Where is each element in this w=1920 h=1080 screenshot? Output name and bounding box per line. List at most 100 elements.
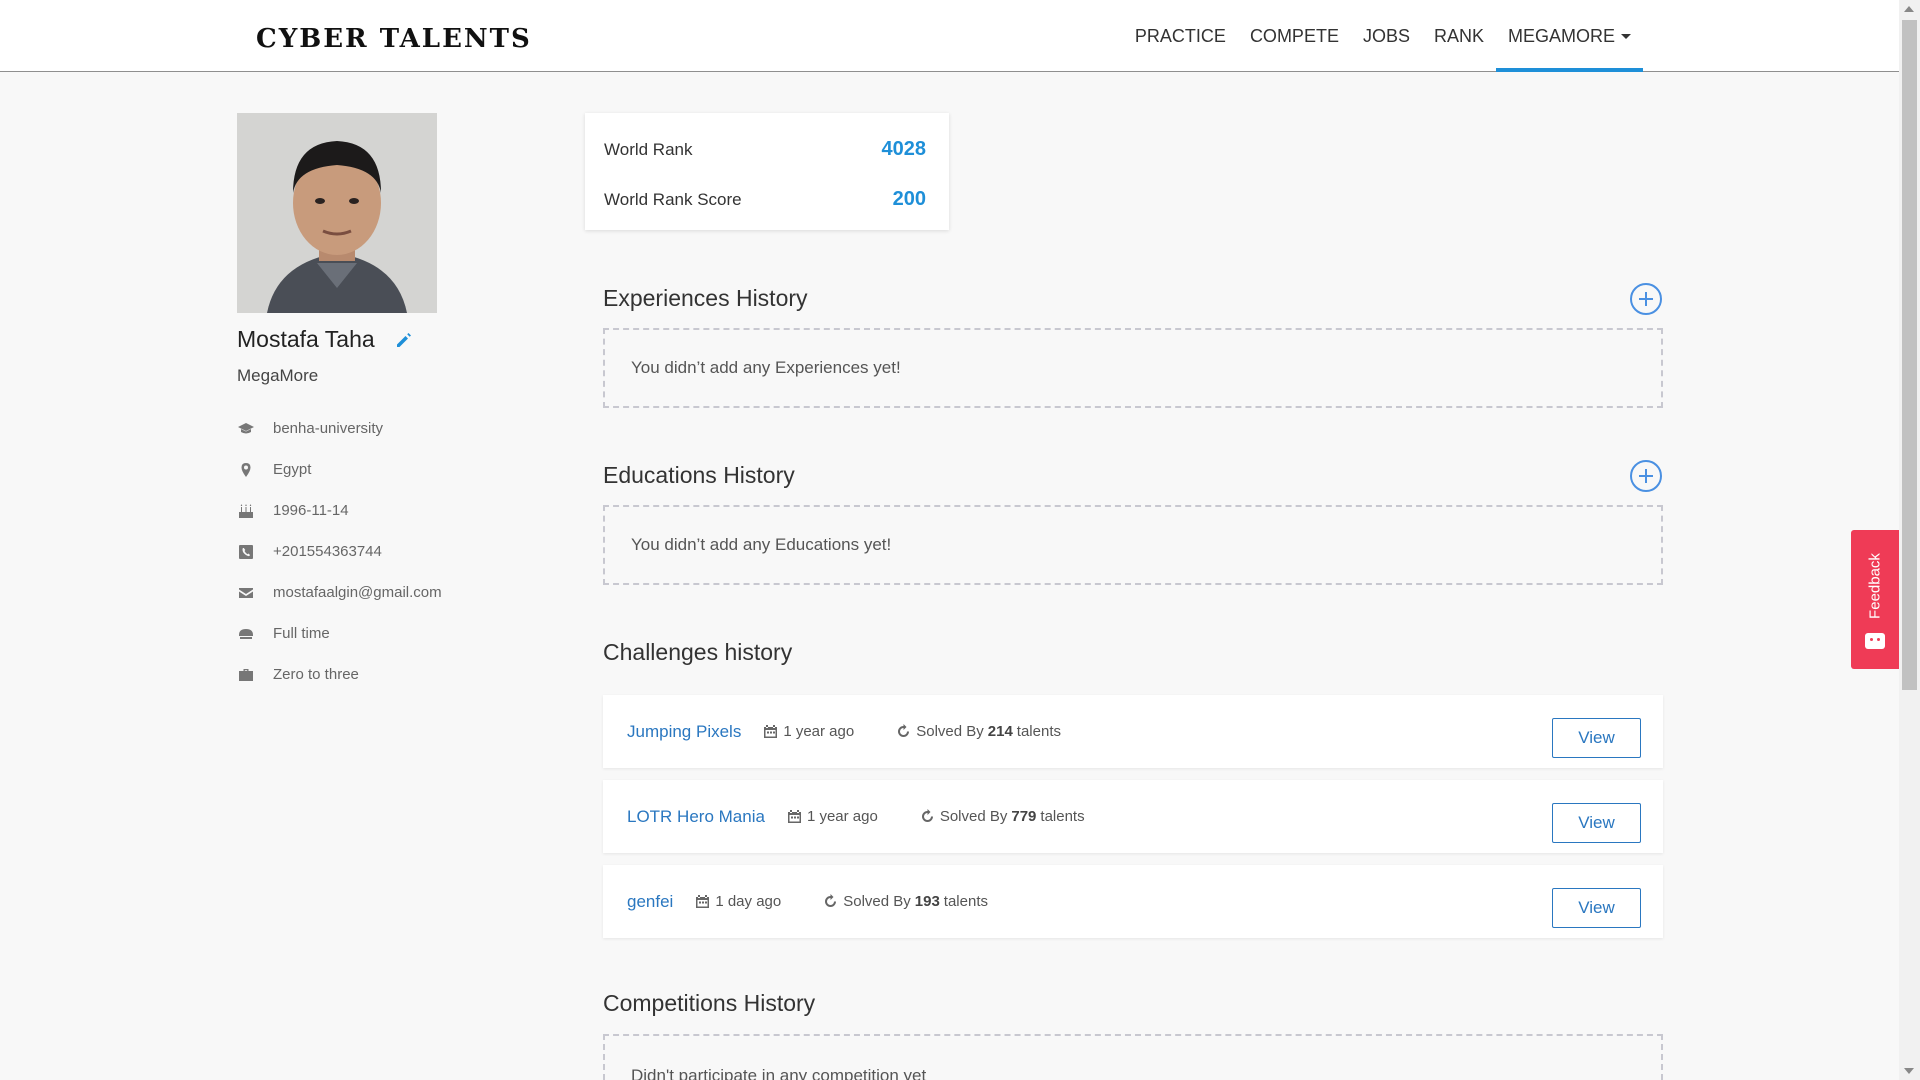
main-nav: PRACTICE COMPETE JOBS RANK MEGAMORE: [1123, 0, 1643, 72]
experiences-empty-text: You didn’t add any Experiences yet!: [631, 358, 901, 377]
refresh-icon: [898, 724, 910, 737]
competitions-title: Competitions History: [603, 990, 816, 1016]
challenge-solved: Solved By 214 talents: [896, 723, 1061, 740]
competitions-empty-box: Didn't participate in any competition ye…: [603, 1034, 1663, 1080]
briefcase-icon: [237, 667, 255, 683]
competitions-empty-text: Didn't participate in any competition ye…: [631, 1066, 927, 1080]
challenge-solved: Solved By 779 talents: [920, 808, 1085, 825]
phone-icon: [237, 544, 255, 560]
educations-empty-text: You didn’t add any Educations yet!: [631, 535, 892, 554]
info-job-type-text: Full time: [273, 625, 330, 642]
world-rank-label: World Rank: [604, 139, 693, 159]
page-scrollbar[interactable]: [1899, 0, 1920, 1080]
info-job-type: Full time: [237, 613, 442, 654]
world-rank-score-label: World Rank Score: [604, 189, 742, 209]
info-birthdate: 1996-11-14: [237, 490, 442, 531]
info-university: benha-university: [237, 408, 442, 449]
add-education-button[interactable]: [1630, 460, 1662, 492]
nav-practice[interactable]: PRACTICE: [1123, 0, 1238, 72]
calendar-icon: [787, 810, 801, 823]
view-challenge-button[interactable]: View: [1552, 718, 1641, 758]
calendar-icon: [764, 725, 778, 738]
world-rank-score-row: World Rank Score 200: [604, 188, 926, 211]
nav-rank[interactable]: RANK: [1422, 0, 1496, 72]
challenge-date-text: 1 year ago: [783, 723, 855, 740]
avatar-portrait-icon: [237, 113, 437, 313]
birthday-cake-icon: [237, 503, 255, 519]
info-experience-level-text: Zero to three: [273, 666, 359, 683]
nav-jobs-label: JOBS: [1362, 25, 1410, 46]
scroll-down-arrow-icon[interactable]: [1904, 1068, 1914, 1074]
nav-compete[interactable]: COMPETE: [1238, 0, 1351, 72]
solved-by-label: Solved By: [843, 893, 911, 910]
world-rank-row: World Rank 4028: [604, 138, 926, 161]
challenge-date: 1 year ago: [787, 808, 878, 825]
challenge-solved: Solved By 193 talents: [823, 893, 988, 910]
challenge-name-link[interactable]: Jumping Pixels: [627, 722, 741, 742]
info-email: mostafaalgin@gmail.com: [237, 572, 442, 613]
world-rank-score-value: 200: [892, 188, 926, 210]
challenge-date: 1 year ago: [763, 723, 854, 740]
challenge-card: Jumping Pixels 1 year ago Solved By 214 …: [603, 695, 1663, 768]
envelope-icon: [237, 585, 255, 601]
refresh-icon: [921, 809, 933, 822]
nav-user-menu-label: MEGAMORE: [1507, 25, 1615, 46]
info-birthdate-text: 1996-11-14: [273, 502, 349, 519]
challenge-name-link[interactable]: genfei: [627, 892, 673, 912]
solved-count: 193: [914, 893, 940, 910]
calendar-icon: [696, 895, 710, 908]
rank-card: World Rank 4028 World Rank Score 200: [585, 113, 949, 230]
challenges-title: Challenges history: [603, 639, 793, 665]
site-logo[interactable]: CYBER TALENTS: [256, 24, 532, 54]
caret-down-icon: [1621, 33, 1631, 39]
info-email-text: mostafaalgin@gmail.com: [273, 584, 442, 601]
info-country-text: Egypt: [273, 461, 312, 478]
graduation-cap-icon: [237, 421, 255, 437]
challenge-card: LOTR Hero Mania 1 year ago Solved By 779…: [603, 780, 1663, 853]
scroll-up-arrow-icon[interactable]: [1904, 6, 1914, 12]
nav-compete-label: COMPETE: [1249, 25, 1339, 46]
solved-count: 779: [1011, 808, 1037, 825]
solved-count: 214: [987, 723, 1013, 740]
educations-title: Educations History: [603, 462, 795, 488]
world-rank-value: 4028: [881, 138, 927, 160]
profile-company: MegaMore: [237, 366, 319, 385]
challenge-date: 1 day ago: [695, 893, 781, 910]
educations-empty-box: You didn’t add any Educations yet!: [603, 505, 1663, 585]
feedback-label: Feedback: [1866, 553, 1884, 619]
job-type-icon: [237, 626, 255, 642]
talents-label: talents: [943, 893, 988, 910]
info-phone: +201554363744: [237, 531, 442, 572]
challenge-date-text: 1 year ago: [806, 808, 878, 825]
solved-by-label: Solved By: [939, 808, 1008, 825]
profile-name: Mostafa Taha: [237, 326, 375, 352]
experiences-empty-box: You didn’t add any Experiences yet!: [603, 328, 1663, 408]
nav-jobs[interactable]: JOBS: [1351, 0, 1422, 72]
talents-label: talents: [1040, 808, 1085, 825]
challenge-name-link[interactable]: LOTR Hero Mania: [627, 807, 765, 827]
challenge-card: genfei 1 day ago Solved By 193 talents V…: [603, 865, 1663, 938]
info-country: Egypt: [237, 449, 442, 490]
info-phone-text: +201554363744: [273, 543, 382, 560]
nav-practice-label: PRACTICE: [1134, 25, 1226, 46]
profile-info-list: benha-university Egypt 1996-11-14 +20155…: [237, 408, 442, 695]
info-experience-level: Zero to three: [237, 654, 442, 695]
profile-avatar: [237, 113, 437, 313]
info-university-text: benha-university: [273, 420, 384, 437]
view-challenge-button[interactable]: View: [1552, 803, 1641, 843]
edit-pencil-icon[interactable]: [394, 330, 414, 350]
feedback-smiley-icon: [1865, 633, 1885, 649]
nav-user-menu[interactable]: MEGAMORE: [1495, 0, 1643, 72]
feedback-tab[interactable]: Feedback: [1851, 530, 1899, 669]
challenge-date-text: 1 day ago: [715, 893, 782, 910]
view-challenge-button[interactable]: View: [1552, 888, 1641, 928]
map-marker-icon: [237, 462, 255, 478]
experiences-title: Experiences History: [603, 285, 808, 311]
add-experience-button[interactable]: [1630, 283, 1662, 315]
nav-rank-label: RANK: [1433, 25, 1484, 46]
refresh-icon: [825, 894, 837, 907]
top-navbar: CYBER TALENTS PRACTICE COMPETE JOBS RANK…: [0, 0, 1899, 72]
scroll-thumb[interactable]: [1902, 20, 1917, 690]
solved-by-label: Solved By: [916, 723, 984, 740]
talents-label: talents: [1016, 723, 1061, 740]
